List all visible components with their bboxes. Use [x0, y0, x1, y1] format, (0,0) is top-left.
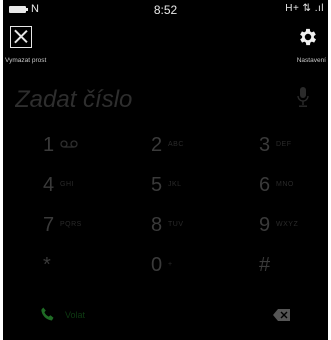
- key-letters: PQRS: [60, 221, 82, 228]
- key-letters: TUV: [168, 221, 184, 228]
- clear-button[interactable]: Vymazat prost: [3, 20, 63, 72]
- action-row: Volat: [3, 297, 328, 337]
- toolbar: Vymazat prost Nastavení: [3, 20, 328, 72]
- network-indicator: H+ ⇅ .ıl: [285, 3, 324, 14]
- number-display: [3, 80, 328, 120]
- key-digit: *: [43, 254, 51, 276]
- key-digit: 7: [43, 214, 55, 236]
- number-input[interactable]: [13, 84, 277, 116]
- close-icon: [10, 26, 32, 48]
- key-4[interactable]: 4 GHI: [3, 167, 111, 203]
- key-0[interactable]: 0 +: [111, 247, 219, 283]
- call-button-label: Volat: [65, 310, 86, 320]
- key-letters: WXYZ: [276, 221, 299, 228]
- key-6[interactable]: 6 MNO: [219, 167, 327, 203]
- key-letters: +: [168, 261, 173, 268]
- key-2[interactable]: 2 ABC: [111, 127, 219, 163]
- key-digit: 0: [151, 254, 163, 276]
- key-digit: 1: [43, 134, 55, 156]
- key-digit: 3: [259, 134, 271, 156]
- status-time: 8:52: [153, 3, 178, 17]
- key-letters: MNO: [276, 181, 294, 188]
- key-letters: GHI: [60, 181, 74, 188]
- key-star[interactable]: *: [3, 247, 111, 283]
- phone-icon: [41, 307, 54, 321]
- key-digit: 8: [151, 214, 163, 236]
- key-digit: 6: [259, 174, 271, 196]
- key-8[interactable]: 8 TUV: [111, 207, 219, 243]
- key-3[interactable]: 3 DEF: [219, 127, 327, 163]
- key-digit: #: [259, 254, 271, 276]
- key-letters: ABC: [168, 141, 184, 148]
- key-7[interactable]: 7 PQRS: [3, 207, 111, 243]
- settings-button[interactable]: Nastavení: [268, 20, 328, 72]
- call-button[interactable]: Volat: [39, 306, 109, 330]
- status-bar: N 8:52 H+ ⇅ .ıl: [3, 0, 328, 20]
- key-digit: 4: [43, 174, 55, 196]
- backspace-icon[interactable]: [273, 308, 291, 322]
- key-digit: 9: [259, 214, 271, 236]
- voice-dial-icon[interactable]: [296, 86, 310, 110]
- key-digit: 2: [151, 134, 163, 156]
- key-1[interactable]: 1: [3, 127, 111, 163]
- key-letters: DEF: [276, 141, 292, 148]
- key-9[interactable]: 9 WXYZ: [219, 207, 327, 243]
- voicemail-icon: [60, 140, 78, 148]
- clear-button-label: Vymazat prost: [5, 57, 47, 64]
- settings-button-label: Nastavení: [296, 57, 326, 64]
- key-letters: JKL: [168, 181, 182, 188]
- key-digit: 5: [151, 174, 163, 196]
- gear-icon: [300, 28, 316, 46]
- key-hash[interactable]: #: [219, 247, 327, 283]
- key-5[interactable]: 5 JKL: [111, 167, 219, 203]
- dialer-screen: N 8:52 H+ ⇅ .ıl Vymazat prost Nastavení …: [3, 0, 328, 340]
